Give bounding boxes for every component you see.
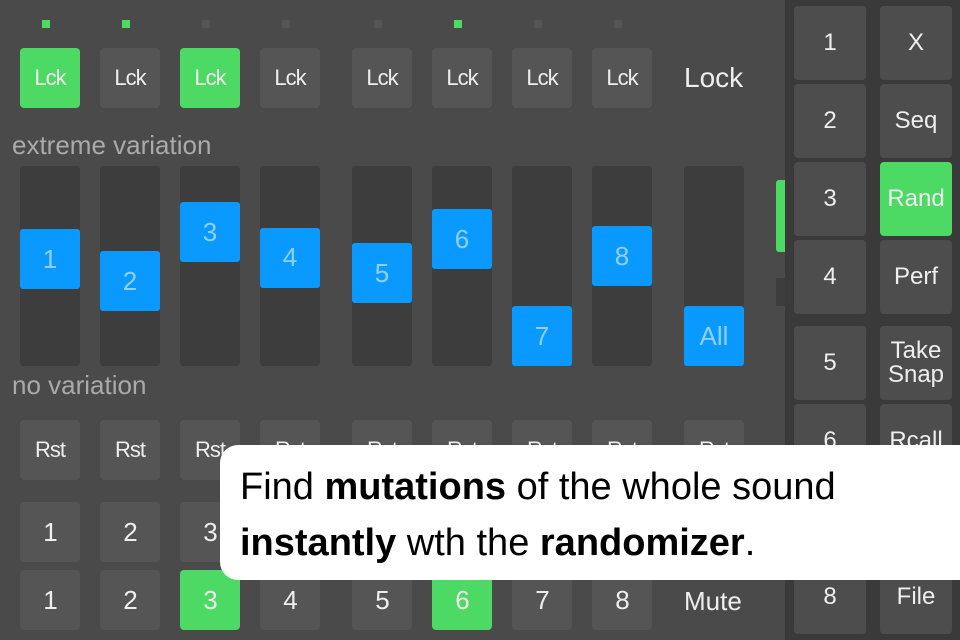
snapshot-slot-button[interactable]: 2 xyxy=(794,84,866,158)
take-snap-button[interactable]: Take Snap xyxy=(880,326,952,400)
slider-handle[interactable]: 6 xyxy=(432,209,492,270)
reset-button[interactable]: Rst xyxy=(100,420,160,480)
lock-label: Lock xyxy=(684,62,744,93)
slider-handle[interactable]: 2 xyxy=(100,251,160,312)
slider-handle[interactable]: All xyxy=(684,306,744,366)
activity-led xyxy=(614,20,622,28)
variation-slider[interactable]: 5 xyxy=(352,166,412,366)
mute-button[interactable]: 2 xyxy=(100,570,160,630)
pattern-button[interactable]: 2 xyxy=(100,502,160,562)
slider-handle[interactable]: 5 xyxy=(352,243,412,303)
variation-slider[interactable]: 4 xyxy=(260,166,320,366)
snapshot-slot-button[interactable]: 5 xyxy=(794,326,866,400)
activity-led xyxy=(122,20,130,28)
variation-slider[interactable]: 8 xyxy=(592,166,652,366)
snapshot-slot-button[interactable]: 3 xyxy=(794,162,866,236)
lock-button[interactable]: Lck xyxy=(20,48,80,108)
seq-button[interactable]: Seq xyxy=(880,84,952,158)
x-button[interactable]: X xyxy=(880,6,952,80)
lock-button[interactable]: Lck xyxy=(432,48,492,108)
mute-button[interactable]: 3 xyxy=(180,570,240,630)
pattern-button[interactable]: 1 xyxy=(20,502,80,562)
partial-indicator xyxy=(776,180,785,252)
reset-button[interactable]: Rst xyxy=(20,420,80,480)
variation-slider[interactable]: All xyxy=(684,166,744,366)
lock-button[interactable]: Lck xyxy=(100,48,160,108)
lock-button[interactable]: Lck xyxy=(512,48,572,108)
lock-button[interactable]: Lck xyxy=(260,48,320,108)
variation-slider[interactable]: 1 xyxy=(20,166,80,366)
activity-led xyxy=(454,20,462,28)
slider-handle[interactable]: 8 xyxy=(592,226,652,287)
variation-slider[interactable]: 6 xyxy=(432,166,492,366)
activity-led xyxy=(42,20,50,28)
no-variation-label: no variation xyxy=(12,370,147,400)
lock-button[interactable]: Lck xyxy=(180,48,240,108)
snapshot-slot-button[interactable]: 4 xyxy=(794,240,866,314)
activity-led xyxy=(534,20,542,28)
rand-button[interactable]: Rand xyxy=(880,162,952,236)
extreme-variation-label: extreme variation xyxy=(12,130,212,160)
perf-button[interactable]: Perf xyxy=(880,240,952,314)
lock-button[interactable]: Lck xyxy=(592,48,652,108)
promo-callout: Find mutations of the whole sound instan… xyxy=(220,445,960,580)
variation-slider[interactable]: 2 xyxy=(100,166,160,366)
mute-label: Mute xyxy=(684,586,742,616)
activity-led xyxy=(374,20,382,28)
mute-button[interactable]: 1 xyxy=(20,570,80,630)
slider-handle[interactable]: 4 xyxy=(260,227,320,288)
partial-indicator-dark xyxy=(776,278,785,306)
variation-slider[interactable]: 3 xyxy=(180,166,240,366)
activity-led xyxy=(282,20,290,28)
slider-handle[interactable]: 1 xyxy=(20,229,80,289)
lock-button[interactable]: Lck xyxy=(352,48,412,108)
snapshot-slot-button[interactable]: 1 xyxy=(794,6,866,80)
variation-slider[interactable]: 7 xyxy=(512,166,572,366)
activity-led xyxy=(202,20,210,28)
slider-handle[interactable]: 3 xyxy=(180,202,240,263)
slider-handle[interactable]: 7 xyxy=(512,306,572,366)
